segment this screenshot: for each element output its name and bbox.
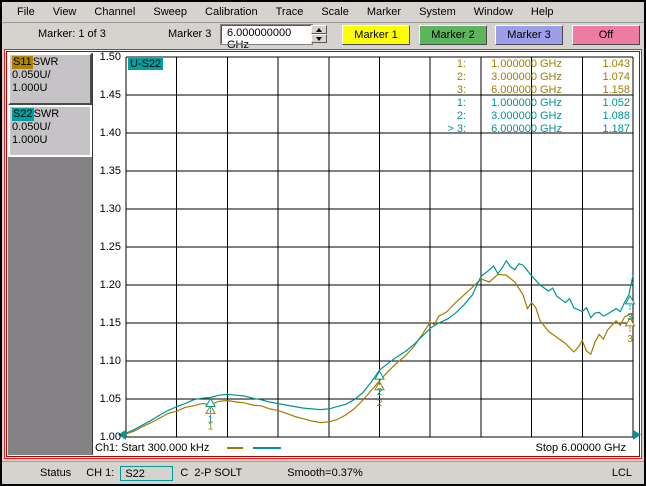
marker-value: 1.074 xyxy=(562,71,630,84)
menu-trace[interactable]: Trace xyxy=(267,4,313,20)
menu-help[interactable]: Help xyxy=(522,4,563,20)
marker-2-number: 2 xyxy=(377,387,383,398)
marker-2-button[interactable]: Marker 2 xyxy=(419,25,487,45)
trace-scale-value: 0.050U/ xyxy=(12,69,88,82)
y-tick-label: 1.10 xyxy=(93,355,121,367)
y-tick-label: 1.15 xyxy=(93,317,121,329)
marker-number: 3: xyxy=(430,84,466,97)
marker-1-button[interactable]: Marker 1 xyxy=(342,25,410,45)
marker-value: 1.052 xyxy=(562,97,630,110)
calibration-status: C 2-P SOLT xyxy=(180,467,242,479)
y-tick-label: 1.30 xyxy=(93,203,121,215)
marker-number: 2: xyxy=(430,71,466,84)
marker-frequency: 1.000000 GHz xyxy=(466,97,562,110)
marker-3-button[interactable]: Marker 3 xyxy=(495,25,563,45)
menu-view[interactable]: View xyxy=(44,4,86,20)
legend-dash-s11 xyxy=(227,447,243,449)
marker-number: > 3: xyxy=(430,123,466,136)
y-tick-label: 1.25 xyxy=(93,241,121,253)
status-bar: Status CH 1: S22 C 2-P SOLT Smooth=0.37%… xyxy=(2,461,644,484)
start-frequency-label: Ch1: Start 300.000 kHz xyxy=(95,442,209,454)
marker-value: 1.187 xyxy=(562,123,630,136)
stop-frequency-label: Stop 6.00000 GHz xyxy=(535,442,626,454)
y-tick-label: 1.45 xyxy=(93,89,121,101)
marker-frequency: 3.000000 GHz xyxy=(466,71,562,84)
menu-window[interactable]: Window xyxy=(465,4,522,20)
active-window-red-frame: S11SWR0.050U/1.000US22SWR0.050U/1.000U 1… xyxy=(4,49,642,459)
local-mode-indicator: LCL xyxy=(612,467,632,479)
marker-readout-row-s11: 2:3.000000 GHz1.074 xyxy=(430,71,630,84)
trace-status-sidebar: S11SWR0.050U/1.000US22SWR0.050U/1.000U xyxy=(8,53,93,455)
menu-bar: FileViewChannelSweepCalibrationTraceScal… xyxy=(2,2,644,23)
marker-3-number: 3 xyxy=(627,312,633,323)
marker-3-number: 3 xyxy=(627,334,633,345)
marker3-frequency-input[interactable]: 6.000000000 GHz xyxy=(221,25,312,44)
trace-legend xyxy=(209,446,281,449)
off-button[interactable]: Off xyxy=(572,25,640,45)
marker-readout-row-s22: > 3:6.000000 GHz1.187 xyxy=(430,123,630,136)
y-tick-label: 1.40 xyxy=(93,127,121,139)
marker-readout-row-s22: 2:3.000000 GHz1.088 xyxy=(430,110,630,123)
y-tick-label: 1.50 xyxy=(93,51,121,63)
menu-scale[interactable]: Scale xyxy=(312,4,358,20)
channel-window-area: S11SWR0.050U/1.000US22SWR0.050U/1.000U 1… xyxy=(2,48,644,462)
sweep-range-row: Ch1: Start 300.000 kHz Stop 6.00000 GHz xyxy=(95,440,626,455)
active-trace-chip[interactable]: U-S22 xyxy=(128,58,163,70)
trace-reference-value: 1.000U xyxy=(12,134,88,147)
menu-calibration[interactable]: Calibration xyxy=(196,4,267,20)
marker-toolbar: Marker: 1 of 3 Marker 3 6.000000000 GHz … xyxy=(2,23,644,50)
y-tick-label: 1.35 xyxy=(93,165,121,177)
legend-dash-s22 xyxy=(253,447,281,449)
down-arrow-icon xyxy=(316,37,322,41)
trace-id-chip: S22 xyxy=(12,108,34,121)
menu-channel[interactable]: Channel xyxy=(85,4,144,20)
marker-number: 1: xyxy=(430,97,466,110)
marker-number: 1: xyxy=(430,58,466,71)
menu-file[interactable]: File xyxy=(8,4,44,20)
sweep-stop-indicator xyxy=(633,430,641,440)
stepper-up-button[interactable] xyxy=(311,25,327,34)
marker-readout-table: 1:1.000000 GHz1.0432:3.000000 GHz1.0743:… xyxy=(430,58,630,136)
smoothing-status: Smooth=0.37% xyxy=(287,467,363,479)
plot-area: 112233 U-S22 1.501.451.401.351.301.251.2… xyxy=(93,53,638,455)
marker-frequency: 1.000000 GHz xyxy=(466,58,562,71)
marker-1-number: 1 xyxy=(208,414,214,425)
trace-id-chip: S11 xyxy=(12,56,33,69)
up-arrow-icon xyxy=(316,28,322,32)
marker-frequency: 6.000000 GHz xyxy=(466,84,562,97)
marker-frequency: 3.000000 GHz xyxy=(466,110,562,123)
trace-format-label: SWR xyxy=(33,56,59,68)
marker-count-status: Marker: 1 of 3 xyxy=(38,28,106,40)
y-tick-label: 1.05 xyxy=(93,393,121,405)
trace-scale-value: 0.050U/ xyxy=(12,121,88,134)
marker-readout-row-s11: 3:6.000000 GHz1.158 xyxy=(430,84,630,97)
marker3-field-label: Marker 3 xyxy=(168,28,211,40)
frequency-stepper xyxy=(311,25,327,44)
marker-value: 1.088 xyxy=(562,110,630,123)
stepper-down-button[interactable] xyxy=(311,34,327,43)
trace-status-s22[interactable]: S22SWR0.050U/1.000U xyxy=(8,105,92,157)
menu-sweep[interactable]: Sweep xyxy=(144,4,196,20)
trace-format-label: SWR xyxy=(34,108,60,120)
trace-status-s11[interactable]: S11SWR0.050U/1.000U xyxy=(8,53,92,105)
app-window: FileViewChannelSweepCalibrationTraceScal… xyxy=(2,2,644,484)
marker-value: 1.158 xyxy=(562,84,630,97)
marker-readout-row-s22: 1:1.000000 GHz1.052 xyxy=(430,97,630,110)
y-tick-label: 1.20 xyxy=(93,279,121,291)
marker-frequency: 6.000000 GHz xyxy=(466,123,562,136)
menu-marker[interactable]: Marker xyxy=(358,4,410,20)
marker-number: 2: xyxy=(430,110,466,123)
trace-reference-value: 1.000U xyxy=(12,82,88,95)
status-label: Status xyxy=(40,467,71,479)
marker-value: 1.043 xyxy=(562,58,630,71)
marker-readout-row-s11: 1:1.000000 GHz1.043 xyxy=(430,58,630,71)
menu-system[interactable]: System xyxy=(410,4,465,20)
marker-2-number: 2 xyxy=(377,398,383,409)
marker-1-glyph-s22 xyxy=(206,398,215,406)
channel-label: CH 1: xyxy=(86,467,114,479)
active-measurement-field[interactable]: S22 xyxy=(120,466,173,481)
